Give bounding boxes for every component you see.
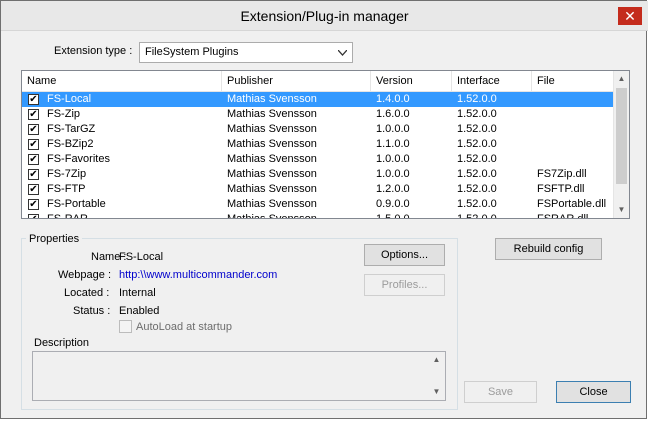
cell-name: FS-RAR [47,213,88,219]
cell-name: FS-BZip2 [47,138,94,150]
webpage-label: Webpage : [58,269,112,281]
scroll-up-icon[interactable]: ▲ [429,352,444,368]
row-checkbox[interactable]: ✔ [28,139,39,150]
status-value: Enabled [119,305,160,317]
description-label: Description [34,337,90,349]
profiles-button[interactable]: Profiles... [364,274,445,296]
cell-interface: 1.52.0.0 [457,168,497,180]
column-header-name[interactable]: Name [22,71,222,91]
close-button[interactable]: Close [556,381,631,403]
extension-type-select[interactable]: FileSystem Plugins [139,42,353,63]
table-row[interactable]: ✔ FS-Zip Mathias Svensson 1.6.0.0 1.52.0.0 [22,107,613,122]
row-checkbox[interactable]: ✔ [28,154,39,165]
cell-file: FS7Zip.dll [537,168,587,180]
cell-version: 1.4.0.0 [376,93,410,105]
cell-name: FS-Portable [47,198,106,210]
table-row[interactable]: ✔ FS-FTP Mathias Svensson 1.2.0.0 1.52.0.0 FS… [22,182,613,197]
status-label: Status : [73,305,111,317]
row-checkbox[interactable]: ✔ [28,184,39,195]
cell-publisher: Mathias Svensson [227,108,317,120]
plugin-list[interactable]: Name Publisher Version Interface File ✔ F… [21,70,630,219]
cell-publisher: Mathias Svensson [227,213,317,219]
row-checkbox[interactable]: ✔ [28,109,39,120]
column-header-version[interactable]: Version [371,71,452,91]
cell-name: FS-Zip [47,108,80,120]
cell-interface: 1.52.0.0 [457,183,497,195]
properties-title: Properties [26,233,83,245]
cell-publisher: Mathias Svensson [227,93,317,105]
cell-version: 0.9.0.0 [376,198,410,210]
located-label: Located : [64,287,110,299]
cell-publisher: Mathias Svensson [227,138,317,150]
cell-interface: 1.52.0.0 [457,123,497,135]
row-checkbox[interactable]: ✔ [28,169,39,180]
description-scrollbar[interactable]: ▲ ▼ [429,352,445,400]
cell-publisher: Mathias Svensson [227,123,317,135]
name-value: FS-Local [119,251,164,263]
cell-version: 1.0.0.0 [376,168,410,180]
scroll-up-icon[interactable]: ▲ [614,71,629,87]
description-box[interactable]: ▲ ▼ [32,351,446,401]
table-row[interactable]: ✔ FS-7Zip Mathias Svensson 1.0.0.0 1.52.0.0 F… [22,167,613,182]
cell-publisher: Mathias Svensson [227,183,317,195]
cell-file: FSRAR.dll [537,213,589,219]
cell-version: 1.1.0.0 [376,138,410,150]
cell-name: FS-Favorites [47,153,110,165]
autoload-checkbox[interactable] [119,320,132,333]
scroll-thumb[interactable] [616,88,627,184]
cell-name: FS-FTP [47,183,86,195]
cell-file: FSPortable.dll [537,198,607,210]
table-row[interactable]: ✔ FS-Favorites Mathias Svensson 1.0.0.0 1.52… [22,152,613,167]
cell-version: 1.0.0.0 [376,123,410,135]
cell-version: 1.5.0.0 [376,213,410,219]
cell-publisher: Mathias Svensson [227,168,317,180]
extension-type-label: Extension type : [54,45,133,57]
cell-interface: 1.52.0.0 [457,198,497,210]
row-checkbox[interactable]: ✔ [28,124,39,135]
table-row[interactable]: ✔ FS-Portable Mathias Svensson 0.9.0.0 1.52.… [22,197,613,212]
cell-publisher: Mathias Svensson [227,198,317,210]
rebuild-config-button[interactable]: Rebuild config [495,238,602,260]
plugin-manager-window: Extension/Plug-in manager ✕ Extension ty… [0,0,648,419]
table-row[interactable]: ✔ FS-RAR Mathias Svensson 1.5.0.0 1.52.0.0 FS… [22,212,613,219]
window-title: Extension/Plug-in manager [240,8,409,24]
cell-version: 1.2.0.0 [376,183,410,195]
options-button[interactable]: Options... [364,244,445,266]
save-button[interactable]: Save [464,381,537,403]
column-header-interface[interactable]: Interface [452,71,532,91]
scroll-down-icon[interactable]: ▼ [614,202,629,218]
chevron-down-icon [338,50,347,56]
cell-file: FSFTP.dll [537,183,585,195]
webpage-link[interactable]: http:\\www.multicommander.com [119,269,277,281]
list-header: Name Publisher Version Interface File [22,71,613,92]
column-header-file[interactable]: File [532,71,613,91]
table-row[interactable]: ✔ FS-Local Mathias Svensson 1.4.0.0 1.52.0.0 [22,92,613,107]
located-value: Internal [119,287,156,299]
cell-publisher: Mathias Svensson [227,153,317,165]
cell-version: 1.0.0.0 [376,153,410,165]
cell-interface: 1.52.0.0 [457,93,497,105]
list-scrollbar[interactable]: ▲ ▼ [613,71,629,218]
column-header-publisher[interactable]: Publisher [222,71,371,91]
autoload-label: AutoLoad at startup [136,321,233,333]
cell-interface: 1.52.0.0 [457,213,497,219]
title-bar: Extension/Plug-in manager ✕ [1,1,648,31]
row-checkbox[interactable]: ✔ [28,199,39,210]
row-checkbox[interactable]: ✔ [28,214,39,218]
list-rows: ✔ FS-Local Mathias Svensson 1.4.0.0 1.52.0.0… [22,92,613,219]
cell-name: FS-TarGZ [47,123,96,135]
cell-name: FS-7Zip [47,168,87,180]
row-checkbox[interactable]: ✔ [28,94,39,105]
table-row[interactable]: ✔ FS-TarGZ Mathias Svensson 1.0.0.0 1.52.0.0 [22,122,613,137]
cell-name: FS-Local [47,93,92,105]
cell-interface: 1.52.0.0 [457,108,497,120]
cell-version: 1.6.0.0 [376,108,410,120]
close-icon[interactable]: ✕ [618,7,642,25]
cell-interface: 1.52.0.0 [457,138,497,150]
scroll-down-icon[interactable]: ▼ [429,384,444,400]
table-row[interactable]: ✔ FS-BZip2 Mathias Svensson 1.1.0.0 1.52.0.0 [22,137,613,152]
extension-type-value: FileSystem Plugins [145,46,239,58]
cell-interface: 1.52.0.0 [457,153,497,165]
